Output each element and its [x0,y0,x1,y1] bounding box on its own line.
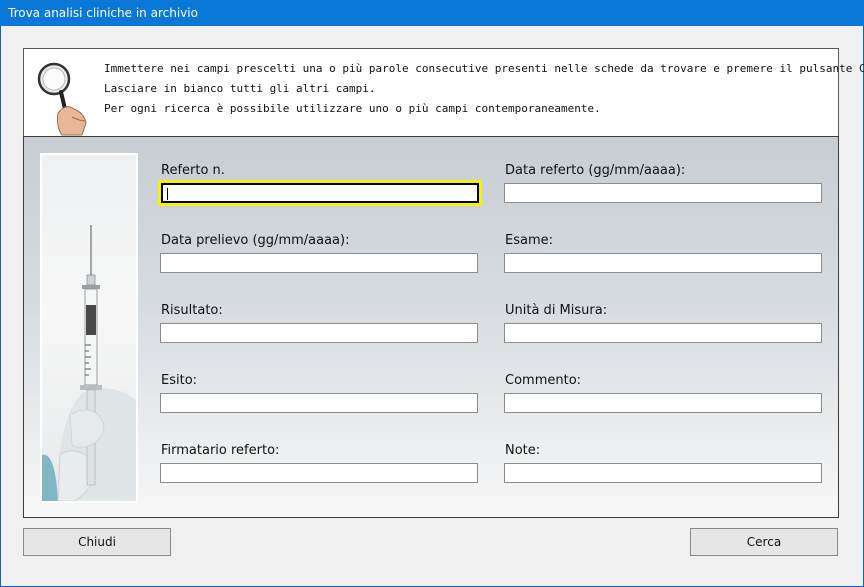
referto-number-input[interactable] [158,180,482,206]
firmatario-input[interactable] [160,463,478,483]
magnifier-icon [37,62,87,136]
referto-number-label: Referto n. [161,163,225,178]
instruction-line: Per ogni ricerca è possibile utilizzare … [104,102,601,115]
esame-input[interactable] [504,253,822,273]
esito-label: Esito: [161,373,198,388]
risultato-label: Risultato: [161,303,223,318]
data-referto-input[interactable] [504,183,822,203]
data-referto-label: Data referto (gg/mm/aaaa): [505,163,686,178]
firmatario-label: Firmatario referto: [161,443,280,458]
instruction-line: Lasciare in bianco tutti gli altri campi… [104,82,376,95]
data-prelievo-label: Data prelievo (gg/mm/aaaa): [161,233,350,248]
risultato-input[interactable] [160,323,478,343]
text-caret [167,188,168,200]
dialog-window: Immettere nei campi prescelti una o più … [1,26,864,586]
unita-misura-input[interactable] [504,323,822,343]
window-title: Trova analisi cliniche in archivio [0,0,864,26]
note-label: Note: [505,443,541,458]
syringe-image [40,153,138,503]
search-form-panel: Referto n. Data referto (gg/mm/aaaa): Da… [23,136,839,518]
commento-input[interactable] [504,393,822,413]
note-input[interactable] [504,463,822,483]
search-button[interactable]: Cerca [690,528,838,556]
instruction-line: Immettere nei campi prescelti una o più … [104,62,864,75]
esito-input[interactable] [160,393,478,413]
close-button[interactable]: Chiudi [23,528,171,556]
esame-label: Esame: [505,233,553,248]
unita-misura-label: Unità di Misura: [505,303,608,318]
data-prelievo-input[interactable] [160,253,478,273]
commento-label: Commento: [505,373,582,388]
